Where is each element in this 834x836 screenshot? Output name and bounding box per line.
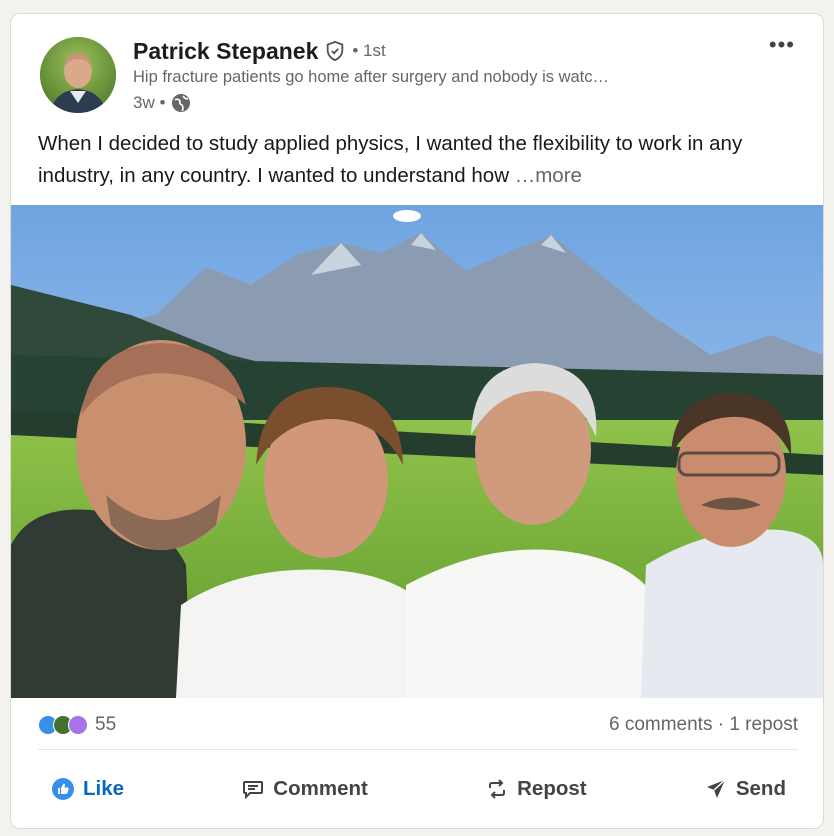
comment-label: Comment xyxy=(273,777,368,800)
send-label: Send xyxy=(735,777,786,800)
comment-icon xyxy=(243,781,264,800)
author-headline: Hip fracture patients go home after surg… xyxy=(133,68,609,86)
globe-icon xyxy=(171,93,191,113)
reaction-count[interactable]: 55 xyxy=(95,714,116,736)
author-name-row: Patrick Stepanek • 1st xyxy=(133,36,386,66)
like-label: Like xyxy=(83,777,125,800)
verified-shield-icon xyxy=(324,40,346,62)
group-photo-mountains xyxy=(11,205,823,698)
feed-post-card: Patrick Stepanek • 1st Hip fracture pati… xyxy=(10,13,824,829)
post-actions-bar: Like Comment Repost Send xyxy=(51,774,786,804)
more-options-icon[interactable]: ••• xyxy=(769,32,795,58)
send-button[interactable]: Send xyxy=(704,777,786,801)
connection-degree: • 1st xyxy=(352,41,386,60)
repost-label: Repost xyxy=(517,777,587,800)
like-button[interactable]: Like xyxy=(51,777,124,801)
repost-button[interactable]: Repost xyxy=(485,777,587,801)
post-text: When I decided to study applied physics,… xyxy=(38,128,798,192)
repost-icon xyxy=(489,779,506,799)
social-counts: 55 6 comments · 1 repost xyxy=(38,710,798,740)
thumbs-up-icon xyxy=(52,778,74,800)
send-icon xyxy=(706,779,726,798)
comments-reposts-count[interactable]: 6 comments · 1 repost xyxy=(609,714,798,736)
post-meta: 3w • xyxy=(133,93,191,113)
see-more-link[interactable]: …more xyxy=(515,164,582,187)
post-image[interactable] xyxy=(11,205,823,698)
post-time: 3w • xyxy=(133,93,166,112)
divider xyxy=(38,749,798,750)
author-name[interactable]: Patrick Stepanek xyxy=(133,38,318,65)
avatar-image xyxy=(40,37,116,113)
post-body: When I decided to study applied physics,… xyxy=(38,132,743,187)
reaction-summary[interactable]: 55 xyxy=(38,714,116,736)
support-icon xyxy=(68,715,88,735)
author-avatar[interactable] xyxy=(40,37,116,113)
comment-button[interactable]: Comment xyxy=(241,777,368,801)
